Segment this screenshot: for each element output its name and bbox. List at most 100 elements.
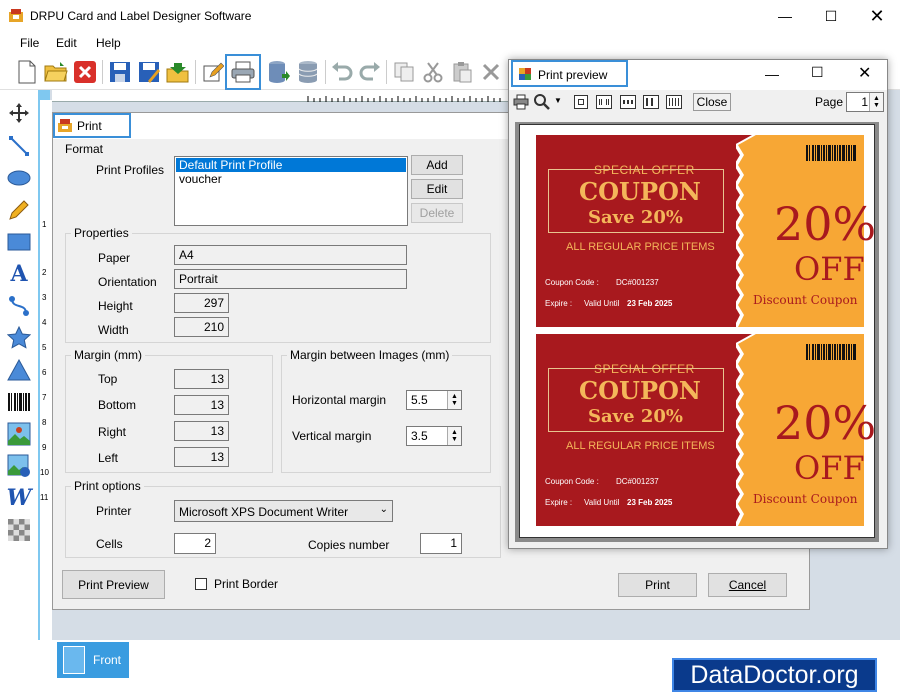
vertical-margin-input[interactable]: 3.5 ▲ ▼ bbox=[406, 426, 462, 446]
three-pages-icon[interactable] bbox=[620, 95, 636, 109]
printer-select[interactable]: Microsoft XPS Document Writer ⌄ bbox=[174, 500, 393, 522]
menu-edit[interactable]: Edit bbox=[56, 36, 77, 50]
export-icon[interactable] bbox=[164, 58, 192, 86]
save-as-icon[interactable] bbox=[135, 58, 163, 86]
image-tool-icon[interactable] bbox=[6, 421, 32, 447]
add-profile-button[interactable]: Add bbox=[411, 155, 463, 175]
cut-icon[interactable] bbox=[419, 58, 447, 86]
delete-profile-button[interactable]: Delete bbox=[411, 203, 463, 223]
right-margin-label: Right bbox=[98, 425, 127, 439]
preview-close-button[interactable]: Close bbox=[693, 93, 731, 111]
left-margin-label: Left bbox=[98, 451, 119, 465]
close-file-icon[interactable] bbox=[71, 58, 99, 86]
print-dialog-icon bbox=[57, 118, 73, 134]
preview-print-icon[interactable] bbox=[513, 94, 529, 110]
print-profiles-label: Print Profiles bbox=[96, 163, 165, 177]
cells-input[interactable]: 2 bbox=[174, 533, 216, 554]
preview-close-icon[interactable]: ✕ bbox=[858, 63, 871, 83]
print-border-checkbox[interactable] bbox=[195, 578, 207, 590]
word-art-icon[interactable]: W bbox=[6, 485, 32, 511]
preview-canvas: SPECIAL OFFER COUPON Save 20% ALL REGULA… bbox=[515, 122, 879, 542]
edit-profile-button[interactable]: Edit bbox=[411, 179, 463, 199]
orientation-label: Orientation bbox=[98, 275, 157, 289]
zoom-icon[interactable] bbox=[533, 93, 551, 111]
vertical-margin-spinner[interactable]: ▲ ▼ bbox=[447, 427, 461, 445]
two-pages-icon[interactable] bbox=[596, 95, 612, 109]
star-tool-icon[interactable] bbox=[6, 325, 32, 351]
pencil-tool-icon[interactable] bbox=[6, 197, 32, 223]
bottom-margin-label: Bottom bbox=[98, 398, 137, 412]
database-icon[interactable] bbox=[294, 58, 322, 86]
bottom-margin-field[interactable]: 13 bbox=[174, 395, 229, 415]
copies-input[interactable]: 1 bbox=[420, 533, 462, 554]
close-icon[interactable]: ✕ bbox=[854, 0, 900, 32]
image-library-icon[interactable] bbox=[6, 453, 32, 479]
ruler-num-9: 9 bbox=[42, 443, 47, 452]
line-tool-icon[interactable] bbox=[6, 133, 32, 159]
coupon-word: COUPON bbox=[579, 177, 701, 206]
redo-icon[interactable] bbox=[356, 58, 384, 86]
ellipse-tool-icon[interactable] bbox=[6, 165, 32, 191]
width-label: Width bbox=[98, 323, 129, 337]
page-spinner[interactable]: ▲ ▼ bbox=[869, 93, 883, 111]
curve-tool-icon[interactable] bbox=[6, 293, 32, 319]
horizontal-margin-spinner[interactable]: ▲ ▼ bbox=[447, 391, 461, 409]
profile-item-voucher[interactable]: voucher bbox=[179, 172, 222, 186]
preview-title: Print preview bbox=[538, 68, 608, 82]
expire-label: Expire : bbox=[545, 498, 573, 507]
menu-file[interactable]: File bbox=[20, 36, 39, 50]
undo-icon[interactable] bbox=[328, 58, 356, 86]
paste-icon[interactable] bbox=[448, 58, 476, 86]
left-margin-field[interactable]: 13 bbox=[174, 447, 229, 467]
print-button[interactable]: Print bbox=[618, 573, 697, 597]
coupon-percent: 20% bbox=[774, 396, 877, 450]
printer-icon[interactable] bbox=[225, 54, 261, 90]
cells-label: Cells bbox=[96, 537, 123, 551]
horizontal-margin-label: Horizontal margin bbox=[292, 393, 387, 407]
horizontal-margin-input[interactable]: 5.5 ▲ ▼ bbox=[406, 390, 462, 410]
ruler-num-2: 2 bbox=[42, 268, 47, 277]
open-folder-icon[interactable] bbox=[42, 58, 70, 86]
minimize-icon[interactable]: — bbox=[762, 0, 808, 32]
print-border-label: Print Border bbox=[214, 577, 279, 591]
properties-label: Properties bbox=[71, 226, 132, 240]
ruler-num-7: 7 bbox=[42, 393, 47, 402]
print-preview-button[interactable]: Print Preview bbox=[62, 570, 165, 599]
preview-window-icon bbox=[518, 67, 532, 81]
coupon-code-value: DC#001237 bbox=[616, 278, 659, 287]
six-pages-icon[interactable] bbox=[666, 95, 682, 109]
cancel-button[interactable]: Cancel bbox=[708, 573, 787, 597]
profile-item-default[interactable]: Default Print Profile bbox=[176, 158, 406, 172]
four-pages-icon[interactable] bbox=[643, 95, 659, 109]
text-tool-icon[interactable]: A bbox=[6, 261, 32, 287]
front-tab[interactable]: Front bbox=[57, 642, 129, 678]
maximize-icon[interactable]: ☐ bbox=[808, 0, 854, 32]
pattern-tool-icon[interactable] bbox=[6, 517, 32, 543]
database-export-icon[interactable] bbox=[265, 58, 293, 86]
page-input[interactable]: 1 ▲ ▼ bbox=[846, 92, 884, 112]
preview-minimize-icon[interactable]: — bbox=[765, 66, 779, 82]
new-document-icon[interactable] bbox=[13, 58, 41, 86]
ruler-num-3: 3 bbox=[42, 293, 47, 302]
triangle-tool-icon[interactable] bbox=[6, 357, 32, 383]
drawing-tools-panel: A W bbox=[0, 90, 38, 650]
move-pointer-icon[interactable] bbox=[6, 100, 32, 126]
page-value: 1 bbox=[861, 95, 868, 109]
horizontal-margin-value: 5.5 bbox=[411, 393, 428, 407]
print-profiles-list[interactable]: Default Print Profile voucher bbox=[174, 156, 408, 226]
zoom-dropdown-icon[interactable]: ▼ bbox=[554, 96, 562, 105]
save-icon[interactable] bbox=[106, 58, 134, 86]
edit-pencil-icon[interactable] bbox=[199, 58, 227, 86]
barcode-tool-icon[interactable] bbox=[6, 389, 32, 415]
rectangle-tool-icon[interactable] bbox=[6, 229, 32, 255]
copy-icon[interactable] bbox=[390, 58, 418, 86]
expire-value: Valid Until bbox=[584, 498, 620, 507]
right-margin-field[interactable]: 13 bbox=[174, 421, 229, 441]
preview-maximize-icon[interactable]: ☐ bbox=[811, 64, 824, 81]
menu-bar: File Edit Help bbox=[0, 32, 900, 54]
top-margin-field[interactable]: 13 bbox=[174, 369, 229, 389]
one-page-icon[interactable] bbox=[574, 95, 588, 109]
menu-help[interactable]: Help bbox=[96, 36, 121, 50]
ruler-num-1: 1 bbox=[42, 220, 47, 229]
delete-icon[interactable] bbox=[477, 58, 505, 86]
